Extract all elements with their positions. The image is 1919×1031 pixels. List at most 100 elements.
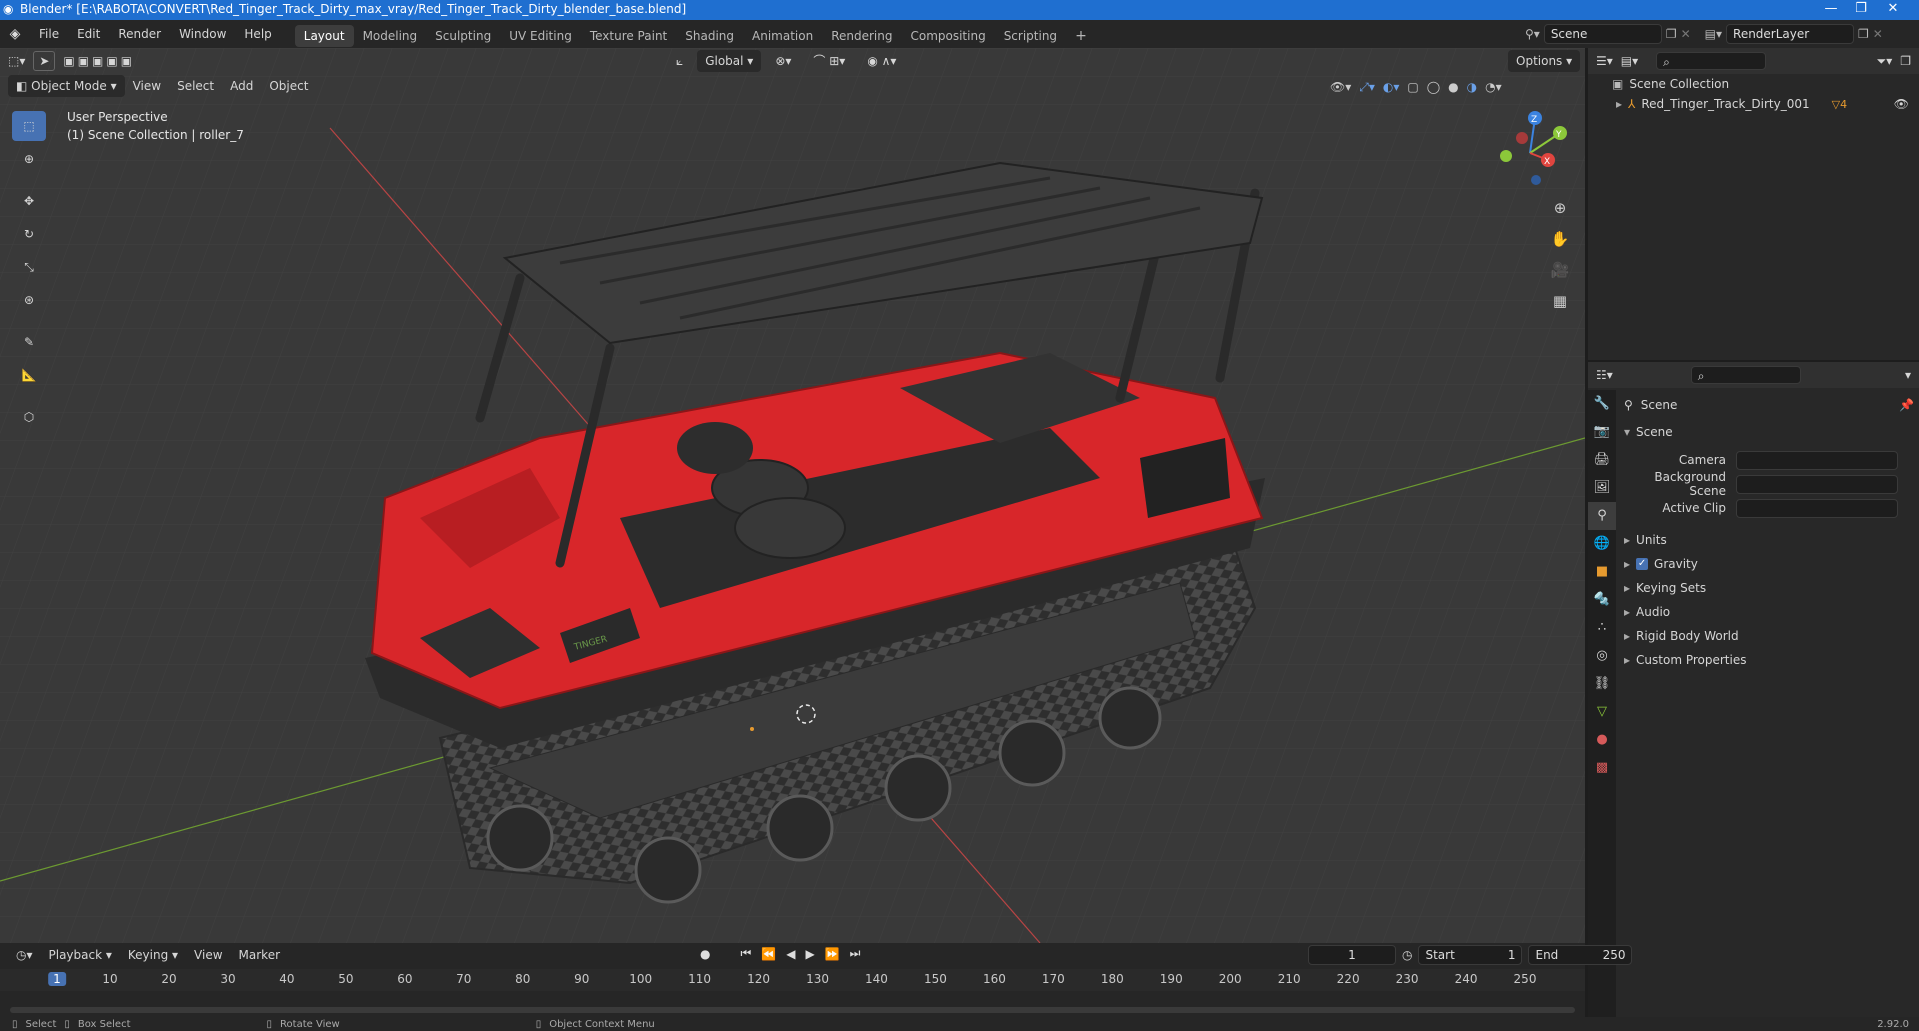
new-scene-icon[interactable]: ❐	[1666, 27, 1677, 41]
outliner-item-row[interactable]: ▸ ⅄ Red_Tinger_Track_Dirty_001 ▽4 👁	[1588, 94, 1919, 114]
mode-selector[interactable]: ◧ Object Mode ▾	[8, 75, 125, 97]
select-box-tool-icon[interactable]: ⬚	[12, 111, 46, 141]
rotate-tool-icon[interactable]: ↻	[12, 219, 46, 249]
cursor-tool-icon[interactable]: ⊕	[12, 144, 46, 174]
panel-audio[interactable]: ▸ Audio	[1624, 600, 1914, 624]
remove-scene-icon[interactable]: ✕	[1681, 27, 1691, 41]
add-cube-tool-icon[interactable]: ⬡	[12, 402, 46, 432]
add-workspace-button[interactable]: +	[1066, 25, 1096, 47]
menu-select[interactable]: Select	[169, 75, 222, 97]
world-tab-icon[interactable]: 🌐	[1588, 530, 1616, 558]
modifier-tab-icon[interactable]: 🔩	[1588, 586, 1616, 614]
annotate-tool-icon[interactable]: ✎	[12, 327, 46, 357]
select-mode-icons[interactable]: ▣▣▣▣▣	[55, 50, 143, 72]
menu-add[interactable]: Add	[222, 75, 261, 97]
tab-shading[interactable]: Shading	[676, 25, 743, 47]
display-mode-icon[interactable]: ▤▾	[1621, 54, 1638, 68]
scene-selector[interactable]: Scene	[1543, 24, 1662, 44]
gizmo-toggle-icon[interactable]: ⤢▾	[1359, 80, 1375, 95]
new-collection-icon[interactable]: ❐	[1900, 54, 1911, 68]
menu-window[interactable]: Window	[170, 20, 235, 48]
timeline-ruler[interactable]: 1 10 20 30 40 50 60 70 80 90 100 110 120 130 140 150 160…	[0, 969, 1585, 991]
rendered-shading-icon[interactable]: ◔▾	[1485, 80, 1502, 94]
ortho-grid-icon[interactable]: ▦	[1548, 286, 1572, 317]
close-button[interactable]: ✕	[1878, 1, 1908, 19]
tab-rendering[interactable]: Rendering	[822, 25, 901, 47]
end-frame-field[interactable]: End 250	[1528, 945, 1633, 965]
panel-custom-properties[interactable]: ▸ Custom Properties	[1624, 648, 1914, 672]
solid-shading-icon[interactable]: ●	[1448, 80, 1458, 94]
move-tool-icon[interactable]: ✥	[12, 186, 46, 216]
jump-end-icon[interactable]: ⏭	[850, 946, 861, 961]
tab-compositing[interactable]: Compositing	[901, 25, 994, 47]
orientation-icon[interactable]: ⟀	[668, 50, 691, 72]
editor-type-icon[interactable]: ⬚▾	[0, 50, 33, 72]
view-layer-selector[interactable]: RenderLayer	[1726, 24, 1855, 44]
output-tab-icon[interactable]: 🖨	[1588, 446, 1616, 474]
properties-options-icon[interactable]: ▾	[1905, 368, 1911, 382]
viewport-scene[interactable]: TINGER	[0, 48, 1585, 943]
scale-tool-icon[interactable]: ⤡	[12, 252, 46, 282]
tab-uv-editing[interactable]: UV Editing	[500, 25, 581, 47]
tab-sculpting[interactable]: Sculpting	[426, 25, 500, 47]
gravity-checkbox[interactable]: ✓	[1636, 558, 1649, 570]
scene-icon[interactable]: ⚲▾	[1525, 27, 1540, 41]
wireframe-shading-icon[interactable]: ◯	[1427, 80, 1440, 94]
record-icon[interactable]: ●	[700, 947, 710, 961]
view-layer-tab-icon[interactable]: 🖼	[1588, 474, 1616, 502]
tab-animation[interactable]: Animation	[743, 25, 822, 47]
blender-menu-icon[interactable]: ◈	[0, 26, 30, 42]
next-keyframe-icon[interactable]: ⏩	[825, 947, 840, 961]
remove-view-layer-icon[interactable]: ✕	[1873, 27, 1883, 41]
overlay-toggle-icon[interactable]: ◐▾	[1383, 80, 1400, 94]
tab-scripting[interactable]: Scripting	[995, 25, 1066, 47]
particles-tab-icon[interactable]: ∴	[1588, 614, 1616, 642]
new-view-layer-icon[interactable]: ❐	[1858, 27, 1869, 41]
panel-rigid-body-world[interactable]: ▸ Rigid Body World	[1624, 624, 1914, 648]
camera-view-icon[interactable]: 🎥	[1548, 255, 1572, 286]
properties-search-input[interactable]: ⌕	[1690, 366, 1801, 384]
proportional-edit-icon[interactable]: ◉ ∧▾	[859, 50, 904, 72]
xray-icon[interactable]: ▢	[1407, 80, 1418, 94]
restore-button[interactable]: ❐	[1846, 1, 1876, 19]
menu-keying[interactable]: Keying ▾	[120, 944, 186, 966]
camera-field[interactable]	[1736, 450, 1898, 470]
render-tab-icon[interactable]: 📷	[1588, 418, 1616, 446]
play-icon[interactable]: ▶	[805, 947, 814, 961]
menu-object[interactable]: Object	[261, 75, 316, 97]
3d-viewport[interactable]: TINGER ⬚▾ ➤ ▣▣▣▣▣ ◧ Object Mode ▾ View S…	[0, 48, 1585, 943]
tab-modeling[interactable]: Modeling	[354, 25, 427, 47]
panel-gravity[interactable]: ▸ ✓ Gravity	[1624, 552, 1914, 576]
tab-layout[interactable]: Layout	[294, 24, 354, 47]
menu-render[interactable]: Render	[109, 20, 170, 48]
material-shading-icon[interactable]: ◑	[1467, 80, 1477, 94]
physics-tab-icon[interactable]: ◎	[1588, 642, 1616, 670]
current-frame-field[interactable]: 1	[1308, 945, 1396, 965]
scene-tab-icon[interactable]: ⚲	[1588, 502, 1616, 530]
transform-orientation-dropdown[interactable]: Global ▾	[697, 50, 762, 72]
panel-keying-sets[interactable]: ▸ Keying Sets	[1624, 576, 1914, 600]
menu-view[interactable]: View	[125, 75, 169, 97]
outliner-root-row[interactable]: ▣ Scene Collection	[1588, 74, 1919, 94]
outliner-editor-icon[interactable]: ☰▾	[1596, 54, 1613, 68]
menu-marker[interactable]: Marker	[231, 944, 288, 966]
properties-editor-icon[interactable]: ☷▾	[1596, 368, 1613, 382]
menu-edit[interactable]: Edit	[68, 20, 109, 48]
visibility-icon[interactable]: 👁▾	[1330, 80, 1351, 94]
background-scene-field[interactable]	[1736, 474, 1898, 494]
menu-playback[interactable]: Playback ▾	[41, 944, 120, 966]
options-dropdown[interactable]: Options ▾	[1508, 50, 1581, 72]
playhead-indicator[interactable]: 1	[48, 972, 66, 986]
menu-view[interactable]: View	[186, 944, 230, 966]
navigation-gizmo[interactable]: Z Y X	[1490, 108, 1570, 188]
timeline-editor-icon[interactable]: ◷▾	[8, 944, 41, 966]
start-frame-field[interactable]: Start 1	[1418, 945, 1523, 965]
jump-start-icon[interactable]: ⏮	[740, 946, 751, 961]
zoom-icon[interactable]: ⊕	[1548, 193, 1572, 224]
prev-keyframe-icon[interactable]: ⏪	[761, 947, 776, 961]
tab-texture-paint[interactable]: Texture Paint	[581, 25, 676, 47]
select-tool-icon[interactable]: ➤	[33, 51, 56, 71]
pan-hand-icon[interactable]: ✋	[1548, 224, 1572, 255]
constraints-tab-icon[interactable]: ⛓	[1588, 670, 1616, 698]
timeline-scrollbar[interactable]	[10, 1007, 1575, 1013]
